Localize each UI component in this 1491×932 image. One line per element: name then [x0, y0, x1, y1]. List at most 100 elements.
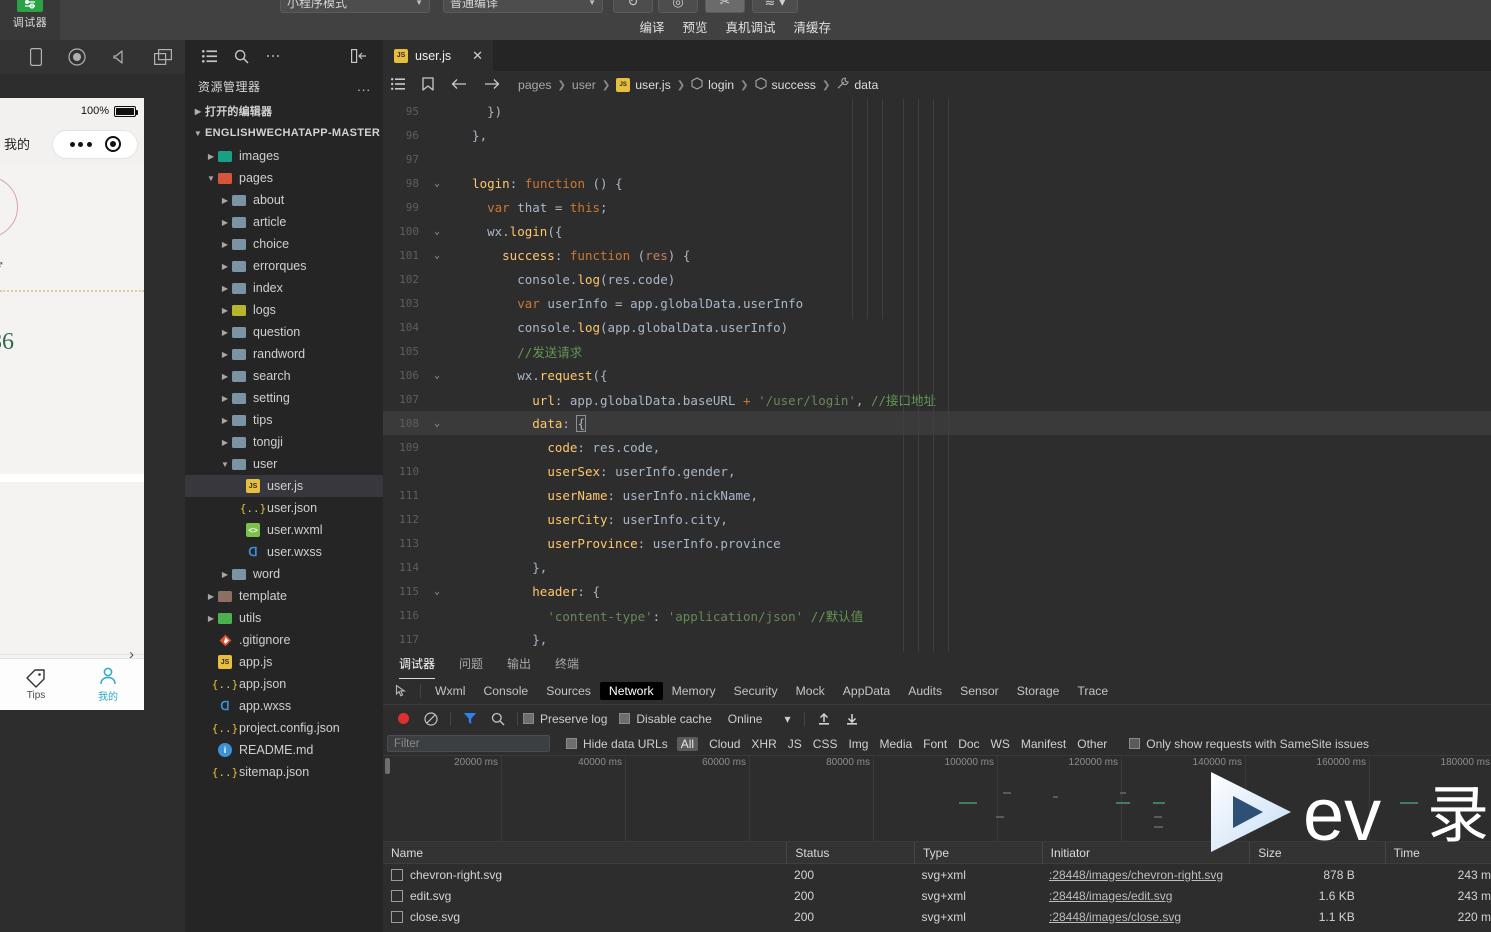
editor-tab-user-js[interactable]: JS user.js ✕ — [383, 40, 494, 71]
wechat-capsule-button[interactable] — [52, 129, 138, 159]
bookmark-icon[interactable] — [422, 76, 434, 94]
section-open-editors[interactable]: ▶ 打开的编辑器 — [185, 100, 383, 122]
filter-input[interactable]: Filter — [387, 735, 550, 752]
breadcrumb-item-user-js[interactable]: JS user.js — [616, 78, 671, 92]
code-line[interactable]: 100 ⌄ wx.login({ — [383, 219, 1491, 243]
devtools-tab-输出[interactable]: 输出 — [507, 655, 531, 675]
panel-tab-mock[interactable]: Mock — [787, 682, 834, 700]
mode-select[interactable]: 小程序模式 ▼ — [280, 0, 430, 13]
filter-type-ws[interactable]: WS — [991, 737, 1010, 751]
code-line[interactable]: 104 console.log(app.globalData.userInfo) — [383, 315, 1491, 339]
tree-item-article[interactable]: ▶ article — [185, 211, 383, 233]
code-line[interactable]: 95 }) — [383, 99, 1491, 123]
search-icon[interactable] — [484, 712, 512, 726]
refresh-icon-button[interactable]: ↻ — [613, 0, 653, 13]
column-header-size[interactable]: Size — [1249, 841, 1384, 864]
code-content[interactable]: 95 }) 96 }, 97 98 ⌄ login: function () {99 v… — [383, 99, 1491, 652]
tree-item-about[interactable]: ▶ about — [185, 189, 383, 211]
breadcrumb-item-data[interactable]: data — [836, 77, 878, 93]
code-line[interactable]: 117 }, — [383, 627, 1491, 651]
phone-viewport[interactable]: 100% 我的 ♂ 86 › › — [0, 98, 144, 710]
preview-button[interactable]: 预览 — [682, 17, 707, 36]
code-line[interactable]: 116 'content-type': 'application/json' /… — [383, 603, 1491, 627]
filter-type-cloud[interactable]: Cloud — [709, 737, 740, 751]
code-line[interactable]: 114 }, — [383, 555, 1491, 579]
code-line[interactable]: 103 var userInfo = app.globalData.userIn… — [383, 291, 1491, 315]
breadcrumb-item-user[interactable]: user — [572, 78, 596, 92]
code-line[interactable]: 107 url: app.globalData.baseURL + '/user… — [383, 387, 1491, 411]
fold-chevron-icon[interactable]: ⌄ — [429, 418, 445, 429]
breadcrumb-item-success[interactable]: success — [754, 77, 816, 93]
collapse-panel-icon[interactable] — [343, 40, 375, 72]
panel-tab-console[interactable]: Console — [474, 682, 537, 700]
tree-item-user-wxss[interactable]: ᗡ user.wxss — [185, 541, 383, 563]
tree-item-app-js[interactable]: JS app.js — [185, 651, 383, 673]
outline-icon[interactable] — [391, 77, 405, 93]
export-har-icon[interactable] — [838, 712, 866, 726]
back-arrow-icon[interactable] — [451, 78, 467, 93]
cut-icon-button[interactable]: ✂ — [705, 0, 745, 13]
column-header-type[interactable]: Type — [914, 841, 1042, 864]
clear-icon[interactable] — [417, 711, 445, 726]
tree-item-app-json[interactable]: {..} app.json — [185, 673, 383, 695]
table-row[interactable]: edit.svg 200 svg+xml:28448/images/edit.svg… — [383, 885, 1491, 906]
filter-type-css[interactable]: CSS — [813, 737, 838, 751]
code-line[interactable]: 101 ⌄ success: function (res) { — [383, 243, 1491, 267]
window-icon[interactable] — [154, 49, 172, 65]
devtools-tab-问题[interactable]: 问题 — [459, 655, 483, 675]
tabbar-item-mine[interactable]: 我的 — [97, 666, 119, 703]
code-line[interactable]: 98 ⌄ login: function () { — [383, 171, 1491, 195]
throttling-select[interactable]: Online ▾ — [728, 712, 791, 726]
tree-item-images[interactable]: ▶ images — [185, 145, 383, 167]
code-line[interactable]: 112 userCity: userInfo.city, — [383, 507, 1491, 531]
code-line[interactable]: 99 var that = this; — [383, 195, 1491, 219]
panel-tab-storage[interactable]: Storage — [1008, 682, 1069, 700]
hide-data-urls-checkbox[interactable]: Hide data URLs — [566, 737, 668, 751]
tabbar-item-tips[interactable]: Tips — [25, 668, 47, 701]
fold-chevron-icon[interactable]: ⌄ — [429, 178, 445, 189]
filter-type-doc[interactable]: Doc — [958, 737, 979, 751]
panel-tab-sources[interactable]: Sources — [537, 682, 600, 700]
fold-chevron-icon[interactable]: ⌄ — [429, 226, 445, 237]
panel-tab-audits[interactable]: Audits — [899, 682, 951, 700]
clear-cache-button[interactable]: 清缓存 — [793, 17, 831, 36]
panel-tab-wxml[interactable]: Wxml — [426, 682, 474, 700]
panel-tab-trace[interactable]: Trace — [1068, 682, 1117, 700]
filter-type-manifest[interactable]: Manifest — [1021, 737, 1066, 751]
devtools-tab-终端[interactable]: 终端 — [555, 655, 579, 675]
table-row[interactable]: close.svg 200 svg+xml:28448/images/close.s… — [383, 906, 1491, 927]
panel-tab-network[interactable]: Network — [599, 682, 663, 700]
tree-item-errorques[interactable]: ▶ errorques — [185, 255, 383, 277]
tree-item-setting[interactable]: ▶ setting — [185, 387, 383, 409]
initiator-link[interactable]: :28448/images/edit.svg — [1049, 889, 1172, 903]
waterfall-scrollbar[interactable] — [385, 758, 390, 774]
tree-item--gitignore[interactable]: .gitignore — [185, 629, 383, 651]
filter-icon[interactable] — [456, 712, 484, 725]
panel-tab-security[interactable]: Security — [725, 682, 787, 700]
eye-icon-button[interactable]: ◎ — [658, 0, 698, 13]
record-icon[interactable] — [389, 713, 417, 724]
compile-button[interactable]: 编译 — [639, 17, 664, 36]
tree-item-user[interactable]: ▼ user — [185, 453, 383, 475]
breadcrumb-item-login[interactable]: login — [691, 77, 734, 93]
panel-tab-appdata[interactable]: AppData — [834, 682, 899, 700]
tree-item-word[interactable]: ▶ word — [185, 563, 383, 585]
code-line[interactable]: 110 userSex: userInfo.gender, — [383, 459, 1491, 483]
tree-item-user-json[interactable]: {..} user.json — [185, 497, 383, 519]
code-line[interactable]: 108 ⌄ data: { — [383, 411, 1491, 435]
compile-mode-select[interactable]: 普通编译 ▼ — [443, 0, 603, 13]
volume-icon[interactable] — [112, 49, 128, 65]
real-device-debug-button[interactable]: 真机调试 — [725, 17, 775, 36]
code-line[interactable]: 96 }, — [383, 123, 1491, 147]
tree-item-index[interactable]: ▶ index — [185, 277, 383, 299]
tree-item-randword[interactable]: ▶ randword — [185, 343, 383, 365]
code-line[interactable]: 109 code: res.code, — [383, 435, 1491, 459]
filter-type-img[interactable]: Img — [848, 737, 868, 751]
tree-item-tongji[interactable]: ▶ tongji — [185, 431, 383, 453]
fold-chevron-icon[interactable]: ⌄ — [429, 370, 445, 381]
list-item[interactable] — [0, 654, 144, 655]
code-line[interactable]: 111 userName: userInfo.nickName, — [383, 483, 1491, 507]
code-line[interactable]: 105 //发送请求 — [383, 339, 1491, 363]
code-line[interactable]: 97 — [383, 147, 1491, 171]
devtools-toggle-button[interactable]: 调试器 — [0, 0, 60, 40]
